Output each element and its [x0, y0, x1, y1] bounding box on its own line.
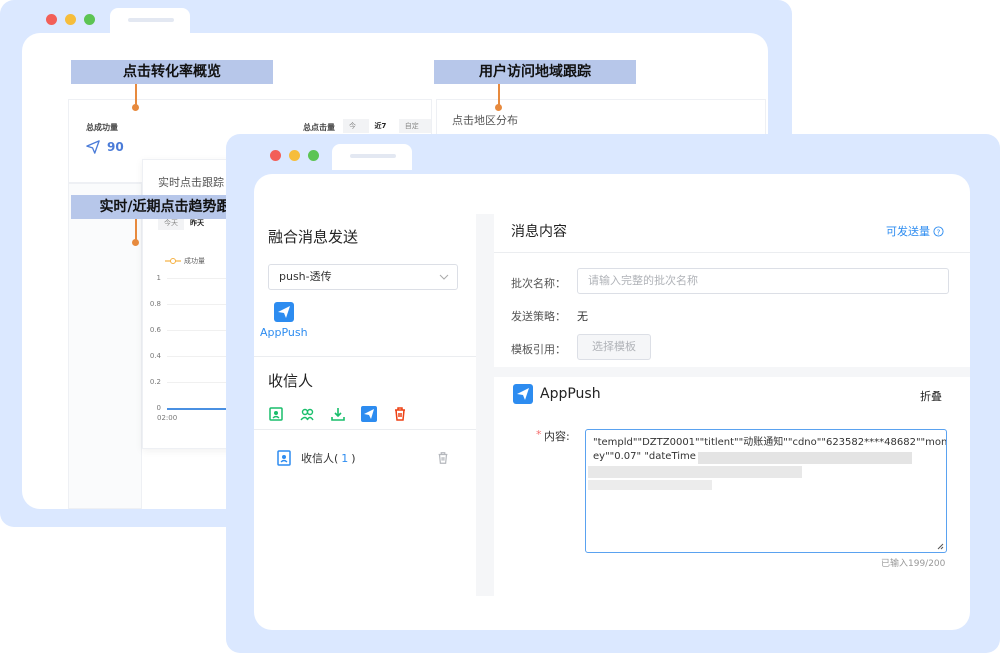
- front-window: 融合消息发送 push-透传 AppPush 收信人 收信人( 1 ) 消息内容…: [226, 134, 1000, 653]
- divider: [254, 356, 476, 357]
- y-tick: 1: [156, 274, 161, 282]
- content-line-1: "templd""DZTZ0001""titlent""动账通知""cdno""…: [593, 437, 947, 448]
- content-label: 内容:: [544, 430, 570, 443]
- callout-pin: [132, 104, 139, 111]
- legend-line-icon: [165, 258, 181, 264]
- y-tick: 0.8: [149, 300, 161, 308]
- svg-text:?: ?: [937, 227, 941, 236]
- x-tick: 02:00: [157, 414, 178, 422]
- content-textarea[interactable]: "templd""DZTZ0001""titlent""动账通知""cdno""…: [585, 429, 947, 553]
- minimize-dot[interactable]: [65, 14, 76, 25]
- redacted-block: [588, 480, 712, 490]
- y-tick: 0.6: [149, 326, 161, 334]
- content-line-2: ey""0.07" "dateTime: [593, 451, 696, 462]
- apppush-title: AppPush: [540, 386, 601, 402]
- template-label: 模板引用：: [511, 343, 566, 356]
- side-card: [68, 183, 142, 509]
- char-count: 已输入199/200: [881, 559, 946, 569]
- collapse-button[interactable]: 折叠: [920, 388, 942, 404]
- divider: [254, 429, 476, 430]
- clicks-tab-custom[interactable]: 自定义: [398, 119, 431, 144]
- section-gap: [494, 367, 970, 377]
- trash-icon[interactable]: [436, 451, 450, 465]
- quota-link-label: 可发送量: [886, 225, 930, 238]
- region-title: 点击地区分布: [452, 114, 518, 127]
- browser-tab[interactable]: [110, 8, 190, 34]
- redacted-block: [588, 466, 802, 478]
- recipient-toolbar: [268, 406, 408, 422]
- batch-placeholder: 请输入完整的批次名称: [588, 274, 698, 287]
- paper-plane-icon: [86, 140, 100, 154]
- channel-select[interactable]: push-透传: [268, 264, 458, 290]
- content-section-title: 消息内容: [511, 224, 567, 240]
- paper-plane-icon[interactable]: [274, 302, 294, 322]
- callout-pin: [495, 104, 502, 111]
- help-icon: ?: [933, 225, 944, 237]
- realtime-title: 实时点击跟踪: [158, 176, 224, 189]
- callout-geo: 用户访问地域跟踪: [434, 60, 636, 84]
- select-template-button[interactable]: 选择模板: [577, 334, 651, 360]
- group-icon[interactable]: [299, 406, 315, 422]
- success-title: 总成功量: [86, 123, 118, 132]
- minimize-dot[interactable]: [289, 150, 300, 161]
- chart-legend: 成功量: [165, 256, 205, 266]
- contact-card-icon: [277, 450, 291, 466]
- recipient-close-paren: ): [351, 451, 356, 465]
- recipients-title: 收信人: [268, 372, 314, 390]
- redacted-block: [698, 452, 912, 464]
- y-tick: 0: [156, 404, 161, 412]
- resize-handle-icon[interactable]: [936, 542, 944, 550]
- column-separator: [476, 214, 494, 596]
- channel-label: AppPush: [260, 326, 308, 339]
- clicks-title: 总点击量: [303, 123, 335, 132]
- callout-stem: [135, 84, 137, 106]
- message-panel: 融合消息发送 push-透传 AppPush 收信人 收信人( 1 ) 消息内容…: [254, 174, 970, 630]
- required-mark: *: [536, 428, 542, 441]
- callout-stem: [135, 219, 137, 241]
- clicks-tab-7d[interactable]: 近7日: [368, 119, 399, 144]
- batch-label: 批次名称：: [511, 277, 566, 290]
- browser-tab[interactable]: [332, 144, 412, 170]
- recipient-label: 收信人(: [301, 452, 339, 465]
- y-tick: 0.2: [149, 378, 161, 386]
- import-icon[interactable]: [330, 406, 346, 422]
- strategy-value: 无: [577, 310, 588, 323]
- clicks-range-tabs: 今天 近7日 自定义: [343, 119, 431, 144]
- batch-name-input[interactable]: 请输入完整的批次名称: [577, 268, 949, 294]
- recipient-count: 1: [341, 451, 349, 465]
- maximize-dot[interactable]: [84, 14, 95, 25]
- divider: [494, 252, 970, 253]
- legend-label: 成功量: [184, 257, 205, 265]
- maximize-dot[interactable]: [308, 150, 319, 161]
- address-book-icon[interactable]: [268, 406, 284, 422]
- chevron-down-icon: [439, 274, 449, 280]
- clicks-tab-today[interactable]: 今天: [343, 119, 369, 144]
- callout-pin: [132, 239, 139, 246]
- close-dot[interactable]: [270, 150, 281, 161]
- success-value: 90: [107, 140, 124, 154]
- apppush-icon: [513, 384, 533, 404]
- quota-link[interactable]: 可发送量 ?: [886, 223, 944, 239]
- close-dot[interactable]: [46, 14, 57, 25]
- strategy-label: 发送策略：: [511, 310, 566, 323]
- send-icon[interactable]: [361, 406, 377, 422]
- channel-select-value: push-透传: [279, 270, 332, 283]
- callout-conversion: 点击转化率概览: [71, 60, 273, 84]
- callout-stem: [498, 84, 500, 106]
- y-tick: 0.4: [149, 352, 161, 360]
- compose-title: 融合消息发送: [268, 228, 359, 246]
- recipient-item[interactable]: 收信人( 1 ): [276, 450, 356, 466]
- delete-icon[interactable]: [392, 406, 408, 422]
